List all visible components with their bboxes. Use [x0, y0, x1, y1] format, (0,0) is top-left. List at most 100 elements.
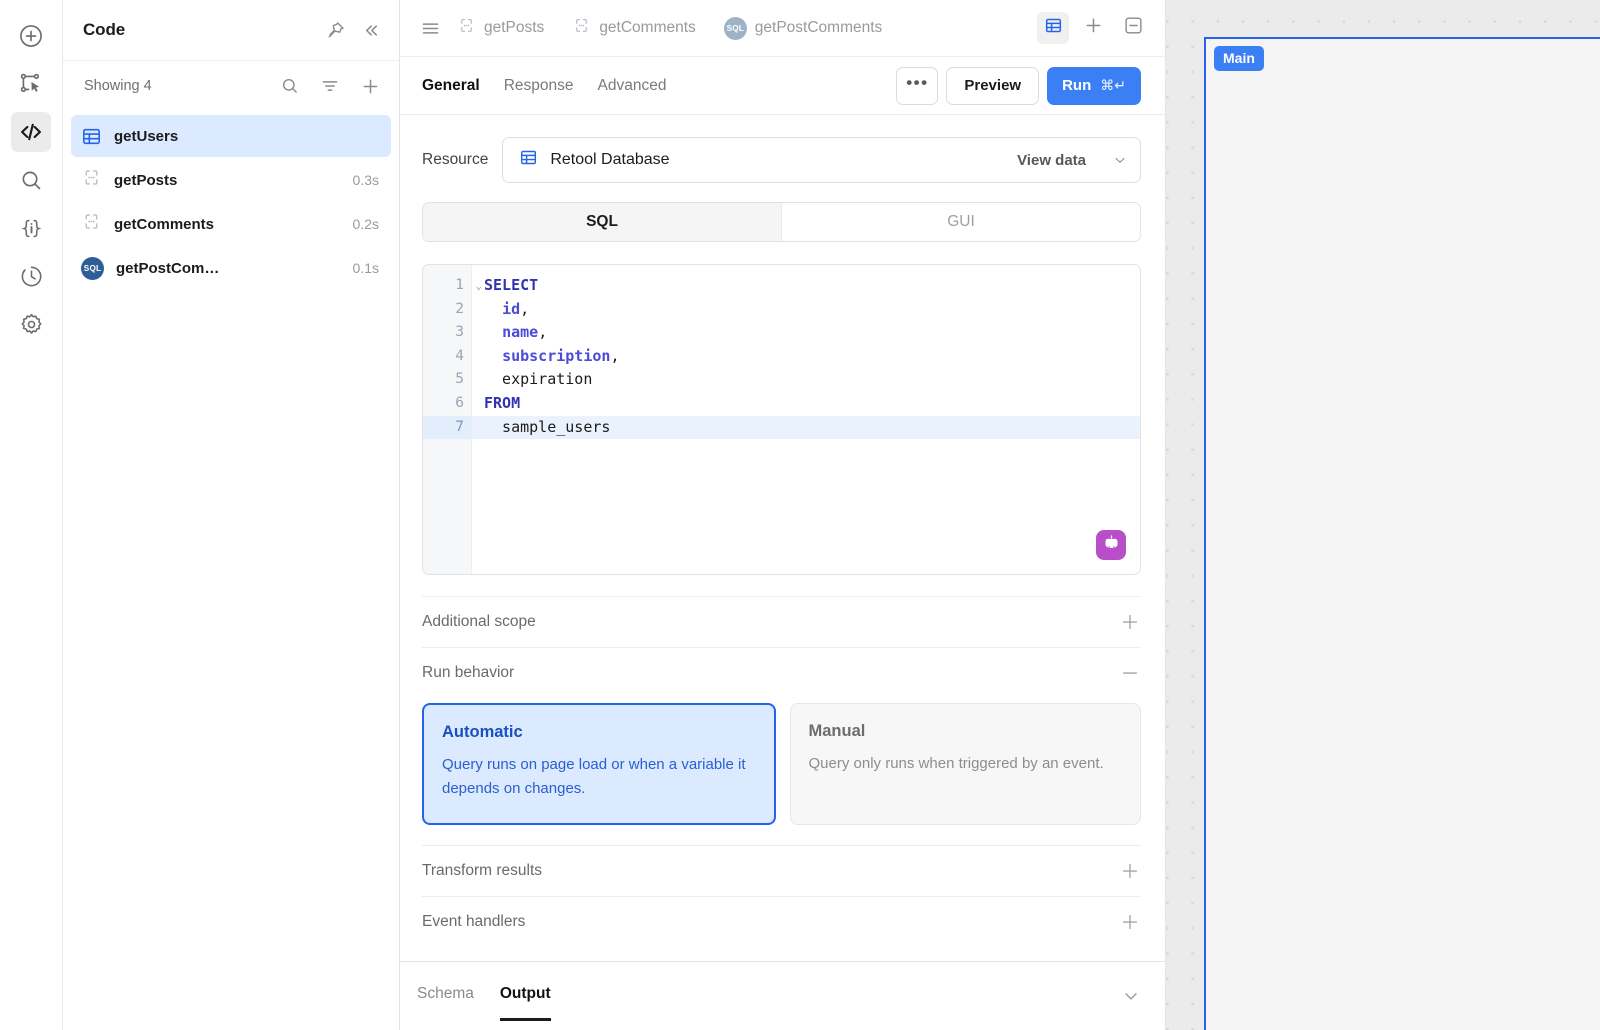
rail-item-add-component[interactable]	[11, 16, 51, 56]
resource-select[interactable]: Retool Database View data	[502, 137, 1141, 183]
run-behavior-automatic-card[interactable]: Automatic Query runs on page load or whe…	[422, 703, 776, 825]
pin-icon[interactable]	[325, 20, 346, 41]
section-event-handlers[interactable]: Event handlers	[422, 896, 1141, 947]
tab-output[interactable]: Output	[499, 985, 551, 1021]
code-token: SELECT	[484, 276, 539, 294]
tab-response[interactable]: Response	[504, 77, 574, 95]
section-transform-results[interactable]: Transform results	[422, 845, 1141, 896]
rail-item-select-component[interactable]	[11, 64, 51, 104]
tab-getcomments[interactable]: getComments	[558, 10, 709, 46]
code-token: id	[502, 299, 521, 318]
section-label: Run behavior	[422, 664, 515, 681]
frame-label-badge[interactable]: Main	[1214, 46, 1264, 71]
list-item-label: getPosts	[114, 171, 178, 189]
section-label: Transform results	[422, 862, 543, 879]
tab-getpostcomments[interactable]: SQL getPostComments	[710, 10, 897, 46]
code-panel-header: Code	[63, 0, 399, 61]
filter-icon[interactable]	[320, 76, 340, 96]
tab-getposts[interactable]: getPosts	[443, 10, 558, 46]
fold-arrow-icon[interactable]: ⌄	[475, 274, 482, 298]
gutter-line: 6	[423, 392, 471, 416]
card-description: Query only runs when triggered by an eve…	[808, 755, 1104, 772]
code-token: ,	[538, 323, 548, 342]
app-canvas[interactable]: Main	[1166, 0, 1600, 1030]
list-item[interactable]: getComments 0.2s	[71, 203, 391, 245]
code-token: FROM	[484, 393, 521, 412]
tab-label: getPosts	[484, 19, 545, 36]
plus-icon[interactable]	[1119, 911, 1141, 933]
chevron-down-icon[interactable]	[1112, 152, 1128, 168]
search-icon[interactable]	[280, 76, 300, 96]
query-editor-column: getPosts getComments SQL getPostComments	[400, 0, 1166, 1030]
plus-icon	[1083, 15, 1104, 41]
canvas-main-frame[interactable]: Main	[1204, 37, 1600, 1030]
tab-advanced[interactable]: Advanced	[598, 77, 667, 95]
code-line: name,	[472, 321, 1140, 345]
run-button[interactable]: Run ⌘↵	[1047, 66, 1141, 105]
showing-count-label: Showing 4	[84, 78, 152, 94]
search-icon	[19, 168, 44, 193]
mode-tab-gui[interactable]: GUI	[781, 203, 1140, 241]
preview-button[interactable]: Preview	[946, 66, 1040, 105]
card-title: Manual	[808, 722, 866, 740]
list-item[interactable]: getUsers	[71, 115, 391, 157]
add-query-button[interactable]	[1077, 12, 1109, 44]
rail-item-search[interactable]	[11, 160, 51, 200]
ai-assistant-button[interactable]	[1096, 530, 1126, 560]
plus-icon[interactable]	[1119, 860, 1141, 882]
editor-gutter: 1 ⌄ 2 3 4 5 6 7	[423, 265, 482, 574]
sql-icon: SQL	[723, 16, 747, 40]
line-number: 7	[455, 418, 464, 435]
code-line: SELECT	[472, 274, 1140, 298]
sql-code-editor[interactable]: 1 ⌄ 2 3 4 5 6 7 SELECT id, name, subscri…	[422, 264, 1141, 575]
tab-label: getComments	[599, 19, 696, 36]
list-item[interactable]: getPosts 0.3s	[71, 159, 391, 201]
code-token: ,	[520, 299, 530, 318]
tab-general[interactable]: General	[422, 77, 480, 95]
query-mode-toggle: SQL GUI	[422, 202, 1141, 242]
table-view-button[interactable]	[1037, 12, 1069, 44]
run-button-label: Run	[1062, 77, 1092, 94]
section-label: Event handlers	[422, 913, 526, 930]
line-number: 2	[455, 300, 464, 317]
tab-schema[interactable]: Schema	[417, 985, 474, 1008]
line-number: 4	[455, 347, 464, 364]
editor-code-area[interactable]: SELECT id, name, subscription, expiratio…	[472, 265, 1140, 574]
rail-item-history[interactable]	[11, 256, 51, 296]
query-list-toolbar: Showing 4	[63, 61, 399, 111]
list-item-label: getComments	[114, 215, 215, 233]
run-behavior-manual-card[interactable]: Manual Query only runs when triggered by…	[789, 703, 1141, 825]
table-icon	[1044, 16, 1063, 40]
minus-icon[interactable]	[1119, 662, 1141, 684]
list-item[interactable]: SQL getPostCom… 0.1s	[71, 247, 391, 289]
collapse-panel-button[interactable]	[1117, 12, 1149, 44]
chevron-down-icon[interactable]	[1121, 986, 1141, 1006]
gutter-line: 2	[423, 298, 471, 322]
tab-label: getPostComments	[754, 19, 883, 36]
run-shortcut-label: ⌘↵	[1100, 77, 1126, 93]
rail-item-state[interactable]	[11, 208, 51, 248]
mode-tab-sql[interactable]: SQL	[423, 203, 781, 241]
gear-icon	[19, 312, 44, 337]
rail-item-settings[interactable]	[11, 304, 51, 344]
rail-item-code[interactable]	[11, 112, 51, 152]
section-additional-scope[interactable]: Additional scope	[422, 596, 1141, 647]
braces-icon	[81, 167, 102, 193]
view-data-link[interactable]: View data	[1017, 152, 1086, 169]
line-number: 5	[455, 371, 464, 388]
plus-icon[interactable]	[360, 76, 381, 97]
query-list: getUsers getPosts 0.3s getComments 0.2s …	[63, 111, 399, 289]
code-token: expiration	[484, 370, 593, 389]
plus-icon[interactable]	[1119, 611, 1141, 633]
more-options-button[interactable]: •••	[896, 66, 939, 105]
hamburger-icon[interactable]	[417, 15, 443, 41]
robot-icon	[1102, 533, 1121, 557]
result-bottom-bar: Schema Output	[400, 961, 1165, 1030]
code-token: ,	[610, 346, 620, 365]
query-subbar: General Response Advanced ••• Preview Ru…	[400, 57, 1165, 115]
chevrons-left-icon[interactable]	[362, 21, 381, 40]
braces-icon	[81, 211, 102, 237]
section-run-behavior[interactable]: Run behavior	[422, 647, 1141, 698]
card-description: Query runs on page load or when a variab…	[442, 756, 746, 798]
